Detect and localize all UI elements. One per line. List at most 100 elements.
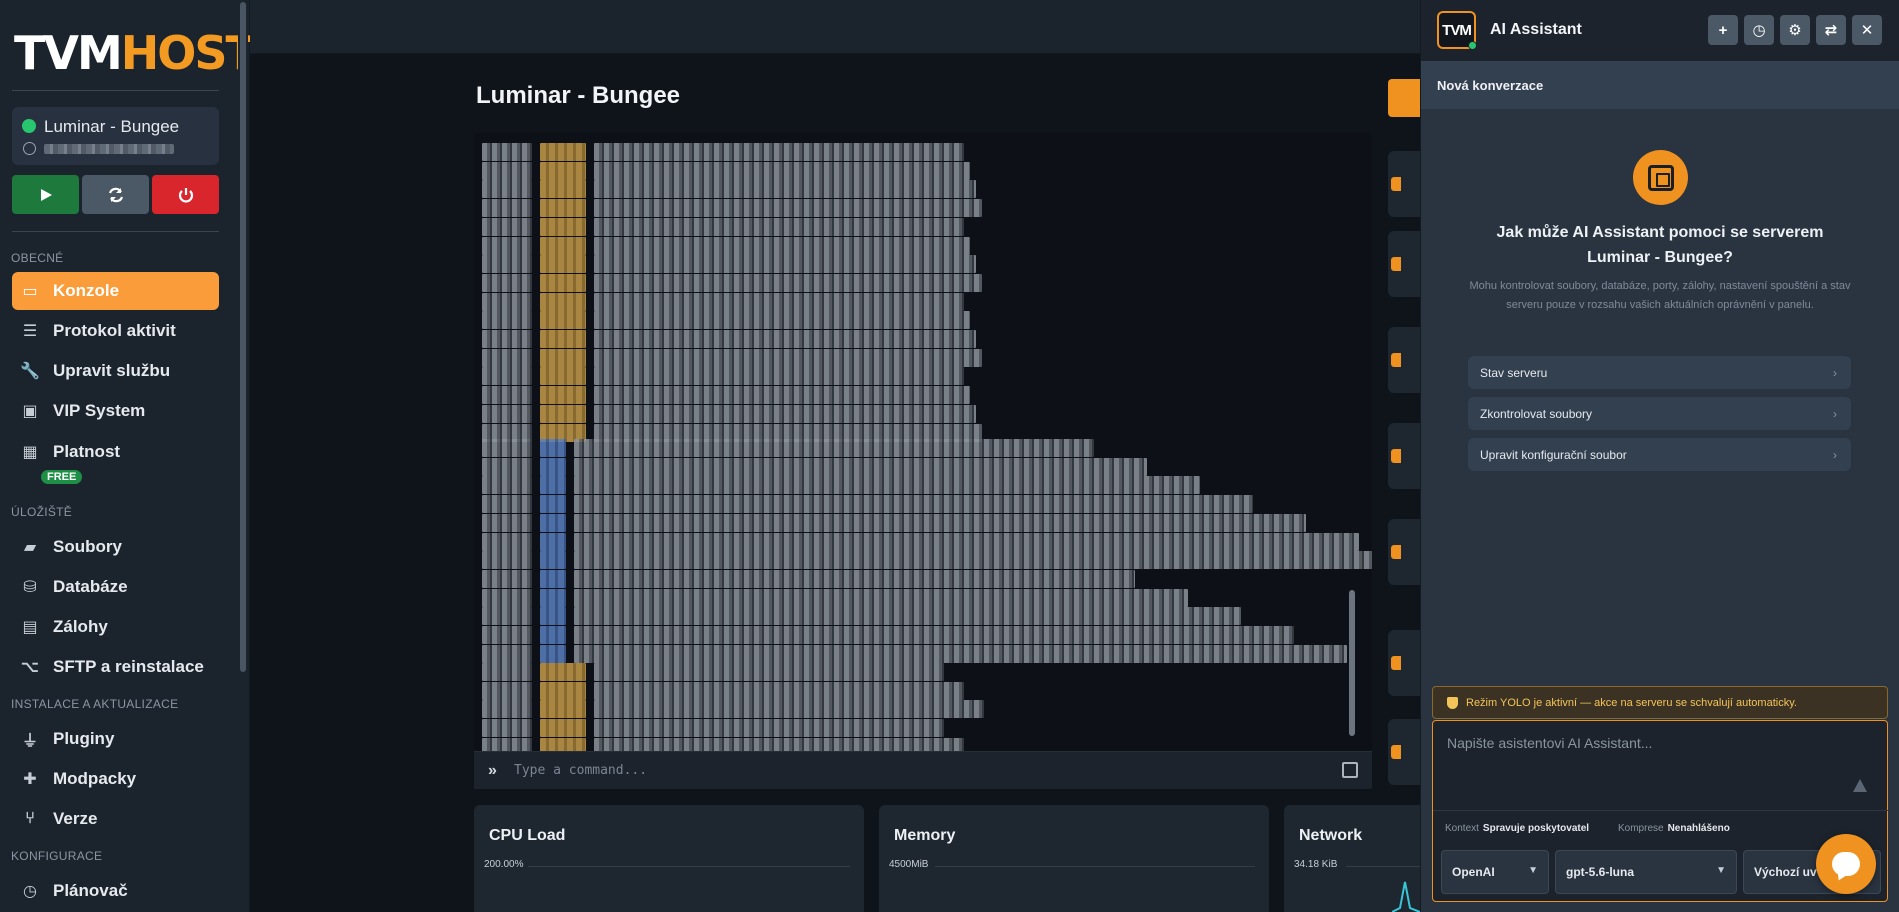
command-input[interactable] bbox=[514, 763, 1294, 778]
nav-plugins[interactable]: ⏚ Pluginy bbox=[12, 720, 219, 758]
nav-label: Protokol aktivit bbox=[53, 321, 176, 340]
log-level bbox=[540, 199, 586, 218]
nav-label: Databáze bbox=[53, 577, 128, 596]
log-message bbox=[594, 367, 964, 386]
gear-icon: ⚙ bbox=[1788, 22, 1802, 39]
refresh-icon bbox=[108, 187, 123, 202]
log-timestamp bbox=[482, 292, 532, 311]
log-level bbox=[540, 457, 566, 476]
nav-files[interactable]: ▰ Soubory bbox=[12, 528, 219, 566]
nav-versions[interactable]: ⑂ Verze bbox=[12, 800, 219, 838]
context-label: Kontext bbox=[1445, 823, 1479, 834]
close-icon: ✕ bbox=[1860, 22, 1874, 39]
console-scrollbar[interactable] bbox=[1349, 590, 1355, 736]
sync-button[interactable]: ⇄ bbox=[1816, 15, 1846, 45]
free-badge: FREE bbox=[41, 470, 83, 484]
stop-button[interactable] bbox=[152, 175, 219, 214]
log-timestamp bbox=[482, 737, 532, 751]
brand-logo[interactable]: TVM HOST bbox=[14, 26, 257, 80]
log-timestamp bbox=[482, 607, 532, 626]
log-timestamp bbox=[482, 626, 532, 644]
clock-icon: ◷ bbox=[1752, 22, 1766, 39]
log-message bbox=[594, 180, 976, 199]
log-message bbox=[594, 719, 944, 738]
card-icon bbox=[1391, 353, 1401, 367]
scrollbar-thumb[interactable] bbox=[240, 2, 246, 672]
action-button-partial[interactable] bbox=[1388, 79, 1420, 117]
nav-label: Verze bbox=[53, 809, 98, 828]
send-icon[interactable] bbox=[1853, 779, 1867, 792]
history-button[interactable]: ◷ bbox=[1744, 15, 1774, 45]
gridline bbox=[1346, 866, 1420, 867]
card-icon bbox=[1391, 177, 1401, 191]
log-timestamp bbox=[482, 404, 532, 423]
nav-edit-service[interactable]: 🔧 Upravit službu bbox=[12, 352, 219, 390]
suggestion-edit-config[interactable]: Upravit konfigurační soubor › bbox=[1468, 438, 1851, 471]
log-level bbox=[540, 348, 586, 367]
suggestion-label: Stav serveru bbox=[1480, 365, 1548, 380]
top-bar bbox=[250, 0, 1420, 54]
log-level bbox=[540, 644, 566, 663]
nav-modpacks[interactable]: ✚ Modpacky bbox=[12, 760, 219, 798]
log-timestamp bbox=[482, 311, 532, 330]
message-input[interactable] bbox=[1447, 735, 1867, 795]
model-select[interactable]: gpt-5.6-luna ▼ bbox=[1555, 850, 1737, 894]
compression-label: Komprese bbox=[1618, 823, 1664, 834]
conversation-header: Nová konverzace bbox=[1421, 61, 1899, 109]
log-message bbox=[574, 495, 1253, 514]
nav-sftp[interactable]: ⌥ SFTP a reinstalace bbox=[12, 648, 219, 686]
log-level bbox=[540, 495, 566, 514]
nav-vip[interactable]: ▣ VIP System bbox=[12, 392, 219, 430]
chevron-down-icon: ▼ bbox=[1528, 865, 1538, 876]
nav-label: Modpacky bbox=[53, 769, 137, 788]
log-level bbox=[540, 217, 586, 236]
close-button[interactable]: ✕ bbox=[1852, 15, 1882, 45]
provider-select[interactable]: OpenAI ▼ bbox=[1441, 850, 1549, 894]
cpu-max-label: 200.00% bbox=[484, 859, 524, 870]
log-timestamp bbox=[482, 513, 532, 532]
ai-description: Mohu kontrolovat soubory, databáze, port… bbox=[1469, 280, 1851, 311]
log-level bbox=[540, 236, 586, 255]
folder-icon: ▰ bbox=[23, 539, 37, 556]
server-address-redacted bbox=[44, 144, 174, 154]
suggestion-check-files[interactable]: Zkontrolovat soubory › bbox=[1468, 397, 1851, 430]
external-link-icon[interactable] bbox=[1342, 762, 1358, 778]
nav-databases[interactable]: ⛁ Databáze bbox=[12, 568, 219, 606]
monitor-icon: ▭ bbox=[22, 283, 38, 300]
suggestion-server-status[interactable]: Stav serveru › bbox=[1468, 356, 1851, 389]
log-timestamp bbox=[482, 700, 532, 719]
log-timestamp bbox=[482, 495, 532, 514]
sidebar-scrollbar[interactable] bbox=[238, 0, 248, 912]
support-chat-button[interactable] bbox=[1816, 834, 1876, 894]
log-message bbox=[594, 143, 964, 161]
chevron-right-icon: › bbox=[1833, 406, 1837, 421]
start-button[interactable] bbox=[12, 175, 79, 214]
log-level bbox=[540, 386, 586, 405]
log-level bbox=[540, 569, 566, 588]
log-timestamp bbox=[482, 588, 532, 607]
nav-scheduler[interactable]: ◷ Plánovač bbox=[12, 872, 219, 910]
nav-activity[interactable]: ☰ Protokol aktivit bbox=[12, 312, 219, 350]
nav-console[interactable]: ▭ Konzole bbox=[12, 272, 219, 310]
log-message bbox=[594, 404, 976, 423]
log-timestamp bbox=[482, 644, 532, 663]
app-root: TVM HOST Luminar - Bungee OBECNÉ ▭ Konzole… bbox=[0, 0, 1899, 912]
log-timestamp bbox=[482, 217, 532, 236]
restart-button[interactable] bbox=[82, 175, 149, 214]
play-icon bbox=[40, 188, 52, 201]
store-icon: ▣ bbox=[22, 403, 38, 420]
log-message bbox=[574, 607, 1241, 626]
network-card: Network 34.18 KiB bbox=[1284, 805, 1420, 912]
log-level bbox=[540, 404, 586, 423]
log-timestamp bbox=[482, 273, 532, 292]
nav-label: SFTP a reinstalace bbox=[53, 657, 204, 676]
log-message bbox=[594, 663, 944, 681]
log-message bbox=[594, 255, 976, 274]
settings-button[interactable]: ⚙ bbox=[1780, 15, 1810, 45]
log-message bbox=[574, 532, 1359, 551]
cpu-title: CPU Load bbox=[489, 827, 566, 844]
yolo-banner: Režim YOLO je aktivní — akce na serveru … bbox=[1432, 686, 1888, 719]
new-chat-button[interactable]: + bbox=[1708, 15, 1738, 45]
nav-backups[interactable]: ▤ Zálohy bbox=[12, 608, 219, 646]
ai-header: TVM AI Assistant + ◷ ⚙ ⇄ ✕ bbox=[1421, 0, 1899, 61]
